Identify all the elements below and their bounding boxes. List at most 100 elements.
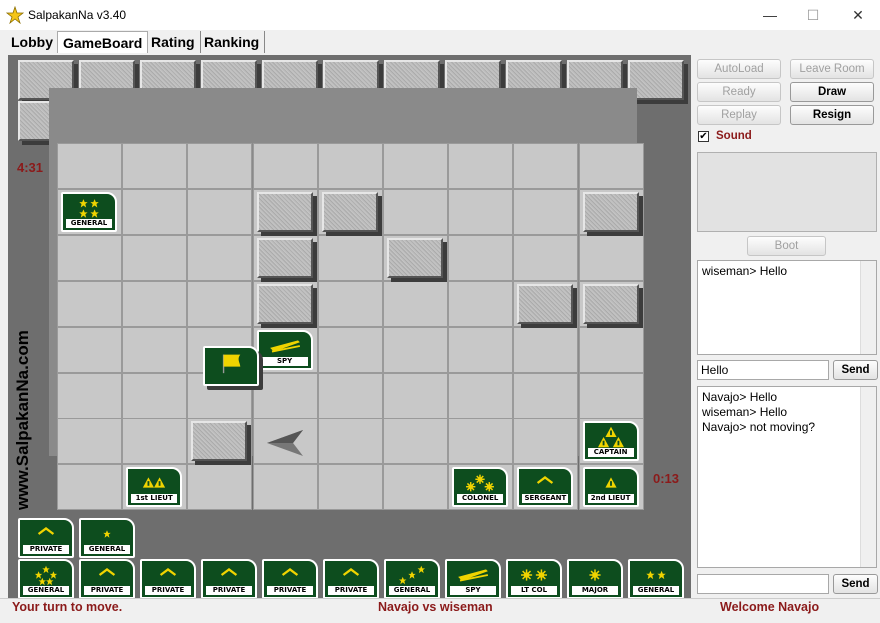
board-cell[interactable] [252, 143, 318, 189]
room-send-button[interactable]: Send [833, 360, 878, 380]
captured-piece[interactable]: MAJOR [567, 559, 623, 599]
player-piece[interactable]: SPY [256, 329, 313, 370]
game-chat-box[interactable]: Navajo> Hello wiseman> Hello Navajo> not… [697, 386, 877, 568]
board-cell[interactable] [317, 464, 383, 511]
board-cell[interactable] [513, 418, 579, 465]
board-cell[interactable] [448, 280, 514, 327]
board-cell[interactable] [122, 372, 188, 419]
game-chat-scrollbar[interactable] [860, 387, 876, 567]
board-cell[interactable] [122, 326, 188, 373]
board-cell[interactable] [513, 188, 579, 235]
board-cell[interactable] [187, 188, 253, 235]
captured-piece[interactable]: GENERAL [628, 559, 684, 599]
board-cell[interactable] [187, 280, 253, 327]
board-cell[interactable] [57, 418, 122, 465]
board-cell[interactable] [448, 418, 514, 465]
boot-button[interactable]: Boot [747, 236, 826, 256]
opponent-hidden-piece[interactable] [387, 237, 443, 278]
opponent-hidden-piece[interactable] [517, 283, 574, 324]
room-chat-input[interactable]: Hello [697, 360, 829, 380]
opponent-hidden-piece[interactable] [256, 237, 313, 278]
autoload-button[interactable]: AutoLoad [697, 59, 781, 79]
board-cell[interactable] [448, 188, 514, 235]
board-cell[interactable] [317, 234, 383, 281]
board-cell[interactable] [122, 280, 188, 327]
board-cell[interactable] [383, 143, 448, 189]
board-cell[interactable] [578, 143, 644, 189]
board-cell[interactable] [513, 234, 579, 281]
sound-checkbox[interactable]: ✔ [698, 131, 709, 142]
board-cell[interactable] [448, 143, 514, 189]
board-cell[interactable] [57, 464, 122, 511]
resign-button[interactable]: Resign [790, 105, 874, 125]
board-cell[interactable] [383, 326, 448, 373]
tab-gameboard[interactable]: GameBoard [57, 31, 149, 53]
board-cell[interactable] [252, 372, 318, 419]
opponent-hidden-piece[interactable] [256, 191, 313, 232]
player-piece[interactable]: 2nd LIEUT [582, 467, 639, 508]
tab-ranking[interactable]: Ranking [199, 31, 266, 53]
tab-rating[interactable]: Rating [146, 31, 201, 53]
captured-piece[interactable]: PRIVATE [323, 559, 379, 599]
board-cell[interactable] [57, 143, 122, 189]
captured-piece[interactable]: PRIVATE [140, 559, 196, 599]
leave-room-button[interactable]: Leave Room [790, 59, 874, 79]
board-cell[interactable] [578, 372, 644, 419]
board-cell[interactable] [383, 280, 448, 327]
opponent-hidden-piece[interactable] [321, 191, 378, 232]
board-cell[interactable] [57, 372, 122, 419]
board-cell[interactable] [122, 418, 188, 465]
board-cell[interactable] [513, 372, 579, 419]
captured-piece[interactable]: PRIVATE [79, 559, 135, 599]
board-cell[interactable] [57, 280, 122, 327]
board-cell[interactable] [57, 326, 122, 373]
player-flag-piece[interactable] [203, 346, 259, 386]
board-cell[interactable] [383, 188, 448, 235]
board-cell[interactable] [122, 234, 188, 281]
board-cell[interactable] [513, 143, 579, 189]
board-cell[interactable] [317, 326, 383, 373]
board-cell[interactable] [252, 464, 318, 511]
board-cell[interactable] [383, 464, 448, 511]
draw-button[interactable]: Draw [790, 82, 874, 102]
maximize-button[interactable]: ☐ [798, 4, 828, 26]
player-piece[interactable]: 1st LIEUT [126, 467, 183, 508]
player-piece[interactable]: CAPTAIN [582, 421, 639, 462]
board-cell[interactable] [187, 234, 253, 281]
board-cell[interactable] [578, 326, 644, 373]
game-send-button[interactable]: Send [833, 574, 878, 594]
ready-button[interactable]: Ready [697, 82, 781, 102]
replay-button[interactable]: Replay [697, 105, 781, 125]
player-piece[interactable]: GENERAL [61, 191, 117, 232]
captured-piece[interactable]: GENERAL [18, 559, 74, 599]
captured-piece[interactable]: PRIVATE [262, 559, 318, 599]
captured-piece[interactable]: SPY [445, 559, 501, 599]
board-cell[interactable] [383, 418, 448, 465]
minimize-button[interactable]: — [755, 4, 785, 26]
board-cell[interactable] [317, 372, 383, 419]
board-cell[interactable] [187, 143, 253, 189]
tab-lobby[interactable]: Lobby [6, 31, 59, 53]
opponent-hidden-piece[interactable] [582, 283, 639, 324]
player-list-panel[interactable] [697, 152, 877, 232]
opponent-hidden-piece[interactable] [256, 283, 313, 324]
room-chat-box[interactable]: wiseman> Hello [697, 260, 877, 355]
room-chat-scrollbar[interactable] [860, 261, 876, 354]
board-cell[interactable] [317, 418, 383, 465]
board-cell[interactable] [448, 326, 514, 373]
board-cell[interactable] [187, 464, 253, 511]
board-cell[interactable] [122, 143, 188, 189]
board-cell[interactable] [448, 234, 514, 281]
board-cell[interactable] [122, 188, 188, 235]
board-cell[interactable] [317, 280, 383, 327]
board-cell[interactable] [448, 372, 514, 419]
game-chat-input[interactable] [697, 574, 829, 594]
board-cell[interactable] [383, 372, 448, 419]
close-button[interactable]: ✕ [843, 4, 873, 26]
captured-piece[interactable]: GENERAL [79, 518, 135, 558]
captured-piece[interactable]: LT COL [506, 559, 562, 599]
player-piece[interactable]: COLONEL [452, 467, 509, 508]
captured-piece[interactable]: GENERAL [384, 559, 440, 599]
player-piece[interactable]: SERGEANT [517, 467, 574, 508]
captured-piece[interactable]: PRIVATE [201, 559, 257, 599]
